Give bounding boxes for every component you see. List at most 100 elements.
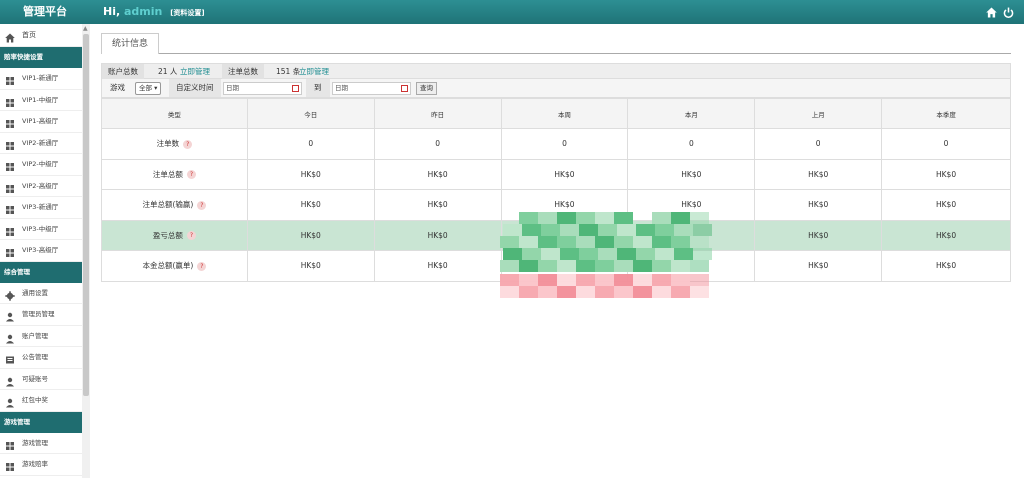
stats-bar: 账户总数 21 人 立即管理 注单总数 151 条 立即管理: [101, 63, 1011, 80]
sidebar-section-header[interactable]: 综合管理: [0, 261, 82, 283]
sidebar-item-label: VIP1-新通厅: [22, 74, 59, 82]
sidebar-item[interactable]: 通用设置: [0, 283, 82, 304]
table-cell: HK$0: [881, 158, 1011, 190]
help-icon[interactable]: ?: [183, 139, 193, 149]
calendar-icon[interactable]: [401, 85, 408, 92]
end-date-input[interactable]: 日期: [332, 82, 411, 95]
row-label-cell: 注单总额(输赢)?: [101, 189, 248, 221]
table-header-row: 类型 今日 昨日 本周 本月 上月 本季度: [101, 98, 1011, 129]
greeting: Hi, admin [资料设置]: [103, 0, 205, 24]
table-cell: 0: [881, 128, 1011, 160]
accounts-manage-link[interactable]: 立即管理: [180, 64, 210, 80]
mosaic-tile: [519, 274, 538, 286]
sidebar-item-label: VIP3-高级厅: [22, 246, 59, 254]
grid-icon: [5, 439, 15, 450]
mosaic-tile: [595, 236, 614, 248]
sidebar-item[interactable]: 公告管理: [0, 347, 82, 369]
bets-manage-link[interactable]: 立即管理: [299, 64, 329, 80]
profile-settings-link[interactable]: [资料设置]: [170, 9, 204, 17]
sidebar-item[interactable]: 管理员管理: [0, 304, 82, 326]
table-cell: 0: [500, 128, 629, 160]
row-label: 注单总额(输赢): [142, 200, 194, 210]
tab-row: 统计信息: [101, 30, 1011, 54]
table-cell: HK$0: [881, 189, 1011, 221]
sidebar-item[interactable]: VIP2-新通厅: [0, 133, 82, 154]
sidebar-section-header[interactable]: 赔率快捷设置: [0, 47, 82, 68]
mosaic-tile: [500, 286, 519, 298]
sidebar-item[interactable]: 游戏赔率: [0, 454, 82, 476]
help-icon[interactable]: ?: [186, 231, 196, 241]
table-cell: HK$0: [373, 189, 502, 221]
row-label: 注单总额: [152, 169, 183, 179]
mosaic-tile: [538, 236, 557, 248]
row-label: 注单数: [156, 139, 180, 149]
power-icon[interactable]: [1003, 7, 1014, 18]
query-button[interactable]: 查询: [416, 82, 437, 95]
sidebar-item[interactable]: VIP3-高级厅: [0, 240, 82, 262]
sidebar-item[interactable]: 红包中奖: [0, 390, 82, 412]
sidebar-item-home[interactable]: 首页: [0, 24, 82, 47]
mosaic-tile: [557, 260, 576, 272]
help-icon[interactable]: ?: [197, 261, 207, 271]
sidebar-item-label: 游戏管理: [22, 438, 48, 447]
row-label-cell: 本金总额(赢单)?: [101, 250, 248, 282]
sidebar-item[interactable]: 账户管理: [0, 326, 82, 347]
mosaic-tile: [519, 212, 538, 224]
game-label: 游戏: [110, 83, 125, 92]
start-date-input[interactable]: 日期: [223, 82, 302, 95]
help-icon[interactable]: ?: [197, 200, 207, 210]
tab-statistics[interactable]: 统计信息: [101, 33, 160, 54]
sidebar-item[interactable]: VIP3-新通厅: [0, 197, 82, 219]
grid-icon: [5, 460, 15, 471]
sidebar-section-header[interactable]: 游戏管理: [0, 411, 82, 433]
row-label-cell: 注单数?: [101, 128, 248, 160]
mosaic-tile: [671, 236, 690, 248]
home-icon: [5, 30, 15, 43]
mosaic-tile: [690, 236, 709, 248]
sidebar-item[interactable]: VIP1-新通厅: [0, 68, 82, 90]
scrollbar-thumb[interactable]: [83, 34, 89, 396]
mosaic-tile: [690, 286, 709, 298]
mosaic-tile: [519, 236, 538, 248]
bets-value: 151 条: [276, 67, 301, 76]
mosaic-tile: [614, 236, 633, 248]
sidebar-item-label: 首页: [22, 31, 36, 39]
mosaic-tile: [636, 224, 655, 236]
greeting-text: Hi,: [103, 5, 121, 18]
scroll-up-icon[interactable]: ▲: [83, 25, 88, 32]
accounts-value: 21 人: [158, 67, 178, 76]
grid-icon: [5, 139, 15, 150]
username: admin: [124, 5, 163, 18]
table-cell: HK$0: [246, 189, 375, 221]
mosaic-tile: [617, 248, 636, 260]
mosaic-tile: [541, 248, 560, 260]
row-label-cell: 盈亏总额?: [101, 219, 248, 251]
mosaic-tile: [579, 224, 598, 236]
mosaic-tile: [576, 260, 595, 272]
end-date-placeholder: 日期: [335, 84, 348, 92]
calendar-icon[interactable]: [292, 85, 299, 92]
sidebar-item[interactable]: 可疑账号: [0, 369, 82, 390]
sidebar-item[interactable]: VIP1-高级厅: [0, 111, 82, 133]
mosaic-tile: [557, 236, 576, 248]
help-icon[interactable]: ?: [186, 170, 196, 180]
table-cell: HK$0: [246, 158, 375, 190]
mosaic-tile: [500, 260, 519, 272]
table-cell: HK$0: [754, 219, 883, 251]
sidebar-item[interactable]: 游戏管理: [0, 433, 82, 454]
sidebar-item[interactable]: VIP3-中级厅: [0, 219, 82, 240]
users-icon: [5, 310, 15, 322]
sidebar-scrollbar[interactable]: ▲: [82, 24, 90, 478]
mosaic-tile: [503, 248, 522, 260]
table-cell: HK$0: [246, 250, 375, 282]
sidebar-item[interactable]: VIP1-中级厅: [0, 90, 82, 111]
home-icon[interactable]: [986, 7, 997, 18]
game-select[interactable]: 全部 ▾: [135, 82, 162, 95]
table-cell: HK$0: [627, 158, 756, 190]
custom-time-label: 自定义时间: [169, 79, 221, 97]
sidebar-item-label: 可疑账号: [22, 374, 48, 383]
mosaic-tile: [503, 224, 522, 236]
sidebar-item[interactable]: VIP2-高级厅: [0, 176, 82, 197]
sidebar-item[interactable]: VIP2-中级厅: [0, 154, 82, 176]
mosaic-tile: [671, 274, 690, 286]
